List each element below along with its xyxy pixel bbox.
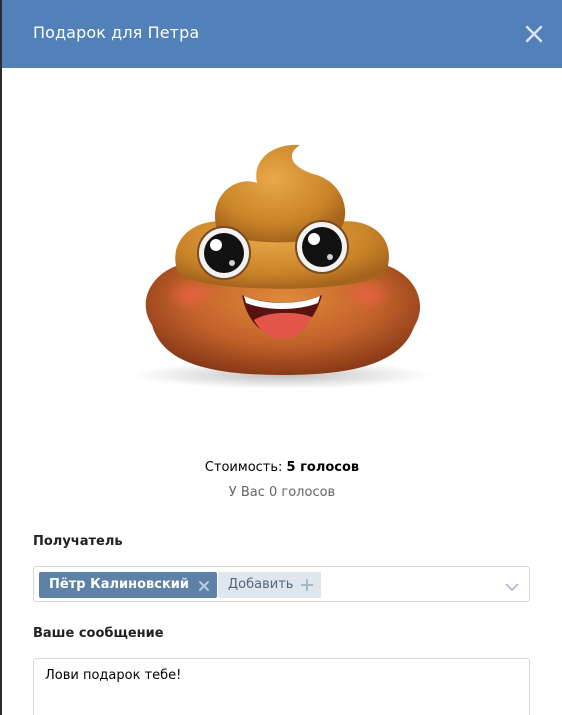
recipient-label: Получатель <box>33 534 123 549</box>
price-value: 5 голосов <box>286 460 360 475</box>
recipient-field[interactable]: Пётр Калиновский Добавить <box>33 566 530 602</box>
close-icon <box>198 581 209 591</box>
remove-recipient-button[interactable] <box>197 578 211 592</box>
plus-icon <box>299 577 315 593</box>
close-button[interactable] <box>520 20 548 48</box>
user-balance: У Вас 0 голосов <box>228 485 336 500</box>
gift-price: Стоимость: 5 голосов <box>2 460 562 475</box>
price-prefix: Стоимость: <box>204 460 287 475</box>
close-icon <box>525 25 543 43</box>
add-recipient-label: Добавить <box>228 577 294 592</box>
modal-header: Подарок для Петра <box>2 0 562 68</box>
message-label: Ваше сообщение <box>33 626 164 641</box>
recipient-token-label: Пётр Калиновский <box>49 577 189 592</box>
message-textarea[interactable]: Лови подарок тебе! <box>33 658 530 715</box>
recipient-token: Пётр Калиновский <box>39 572 217 598</box>
add-recipient-button[interactable]: Добавить <box>218 572 322 598</box>
modal-title: Подарок для Петра <box>33 23 200 42</box>
gift-modal: Подарок для Петра Стоимость: 5 голосов У… <box>2 0 562 715</box>
chevron-down-icon[interactable] <box>504 578 520 592</box>
poop-emoji-icon <box>132 144 432 389</box>
